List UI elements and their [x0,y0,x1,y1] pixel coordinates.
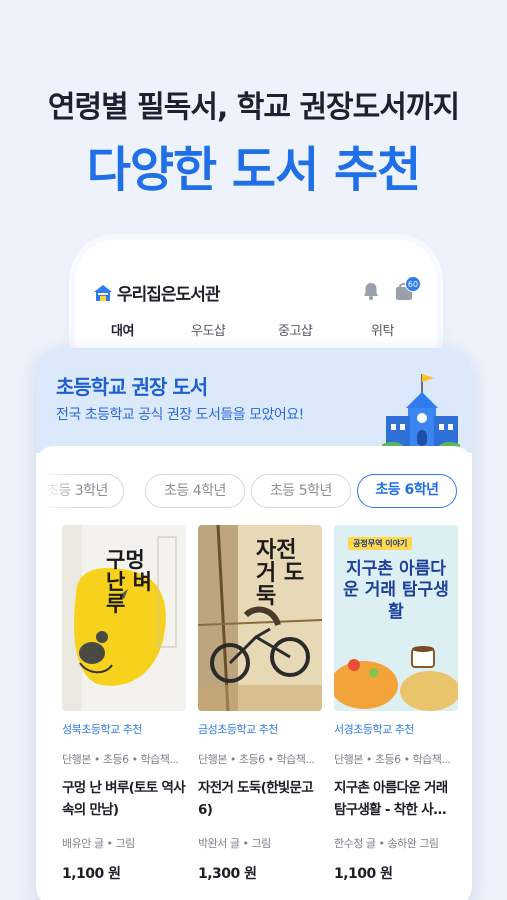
tab-udo-shop[interactable]: 우도샵 [191,320,226,339]
book-price: 1,300 원 [198,866,257,882]
chip-scroll-fade [36,470,76,512]
section-subtitle: 전국 초등학교 공식 권장 도서들을 모았어요! [56,407,304,423]
book-cover[interactable]: 공정무역 이야기 지구촌 아름다운 거래 탐구생활 [334,525,458,711]
recommended-books-card: 초등학교 권장 도서 전국 초등학교 공식 권장 도서들을 모았어요! 초등 3… [36,348,472,900]
book-cover[interactable]: 구멍 난 벼루 [62,525,186,711]
book-recommend-school: 서경초등학교 추천 [334,723,414,736]
book-author: 한수정 글 • 송하완 그림 [334,837,439,850]
book-cover-title: 구멍 난 벼루 [106,547,152,617]
grade-chip-5[interactable]: 초등 5학년 [251,474,351,508]
house-icon [94,284,112,301]
tab-consignment[interactable]: 위탁 [371,320,394,339]
book-recommend-school: 성북초등학교 추천 [62,723,142,736]
section-body: 초등 3학년 초등 4학년 초등 5학년 초등 6학년 구멍 난 벼루 성북초등… [36,446,472,900]
grade-chip-6[interactable]: 초등 6학년 [357,474,457,508]
book-author: 배유안 글 • 그림 [62,837,135,850]
app-name: 우리집은도서관 [117,285,220,305]
tab-rental[interactable]: 대여 [111,320,134,339]
book-meta: 단행본 • 초등6 • 학습책... [334,753,451,766]
promo-hero-title: 다양한 도서 추천 [86,142,422,198]
book-card[interactable]: 구멍 난 벼루 성북초등학교 추천 단행본 • 초등6 • 학습책... 구멍 … [62,525,186,883]
book-card[interactable]: 공정무역 이야기 지구촌 아름다운 거래 탐구생활 서경초등학교 추천 단행본 … [334,525,458,883]
school-building-icon [382,374,460,450]
section-title: 초등학교 권장 도서 [56,375,208,399]
book-title[interactable]: 구멍 난 벼루(토토 역사 속의 만남) [62,777,186,821]
book-recommend-school: 금성초등학교 추천 [198,723,278,736]
book-title[interactable]: 자전거 도둑(한빛문고 6) [198,777,322,821]
book-card[interactable]: 자전거 도둑 금성초등학교 추천 단행본 • 초등6 • 학습책... 자전거 … [198,525,322,883]
book-title[interactable]: 지구촌 아름다운 거래 탐구생활 - 착한 사... [334,777,458,821]
app-tab-bar: 대여 우도샵 중고샵 위탁 [75,320,437,342]
grade-chip-4[interactable]: 초등 4학년 [145,474,245,508]
book-price: 1,100 원 [62,866,121,882]
promo-headline: 연령별 필독서, 학교 권장도서까지 [47,90,460,125]
book-cover-tag: 공정무역 이야기 [348,537,413,550]
book-meta: 단행본 • 초등6 • 학습책... [62,753,179,766]
book-meta: 단행본 • 초등6 • 학습책... [198,753,315,766]
book-cover-title: 지구촌 아름다운 거래 탐구생활 [343,559,449,622]
cart-count-badge: 60 [405,276,421,292]
section-header: 초등학교 권장 도서 전국 초등학교 공식 권장 도서들을 모았어요! [36,348,472,453]
book-cover-title: 자전거 도둑 [256,537,305,610]
book-author: 박완서 글 • 그림 [198,837,271,850]
book-price: 1,100 원 [334,866,393,882]
book-cover[interactable]: 자전거 도둑 [198,525,322,711]
bell-icon[interactable] [361,281,381,301]
app-logo[interactable]: 우리집은도서관 [93,280,220,305]
tab-used-shop[interactable]: 중고샵 [278,320,313,339]
